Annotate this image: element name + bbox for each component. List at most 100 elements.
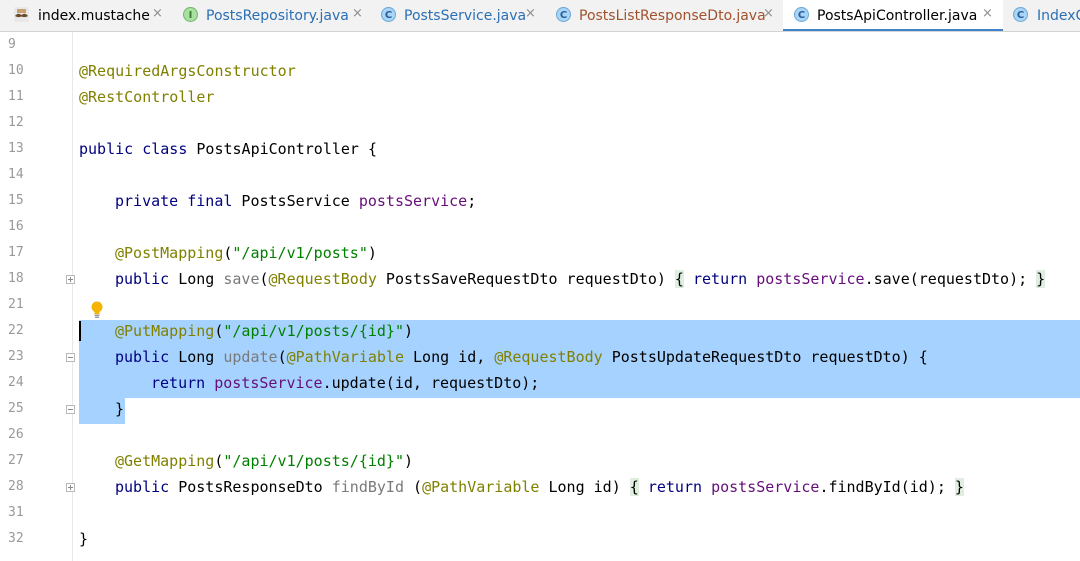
code-token: PostsApiController { [187, 140, 378, 158]
code-line-18: 18 public Long save(@RequestBody PostsSa… [0, 266, 1080, 292]
annotation-token: @PathVariable [422, 478, 540, 496]
code-text: public Long update(@PathVariable Long id… [115, 344, 928, 370]
close-icon[interactable]: × [152, 6, 163, 22]
fold-collapse-icon[interactable] [66, 405, 75, 414]
code-line-12: 12 [0, 110, 1080, 136]
code-token: Long [169, 348, 224, 366]
lightbulb-icon[interactable] [90, 301, 104, 319]
folded-brace[interactable]: } [1036, 270, 1046, 288]
method-token: findById [331, 478, 404, 496]
code-token: ; [467, 192, 477, 210]
code-text: @PostMapping("/api/v1/posts") [115, 240, 377, 266]
line-number: 9 [8, 37, 16, 52]
code-token: ) [367, 244, 377, 262]
code-line-24: 24 return postsService.update(id, reques… [0, 370, 1080, 396]
code-line-32: 32 } [0, 526, 1080, 552]
class-icon: C [556, 7, 571, 22]
code-token: Long id, [404, 348, 495, 366]
tab-posts-repository[interactable]: I PostsRepository.java × [175, 0, 373, 31]
tab-index-controller[interactable]: C IndexC [1003, 0, 1080, 31]
method-token: save [223, 270, 260, 288]
code-token: .update(id, requestDto); [322, 374, 540, 392]
code-token: PostsSaveRequestDto requestDto) [376, 270, 675, 288]
line-number: 18 [8, 271, 24, 286]
tab-posts-service[interactable]: C PostsService.java × [373, 0, 548, 31]
code-text: } [79, 530, 89, 548]
code-text: public class PostsApiController { [79, 136, 377, 162]
tab-index-mustache[interactable]: index.mustache × [0, 0, 175, 31]
line-number: 12 [8, 115, 24, 130]
close-icon[interactable]: × [763, 6, 774, 22]
code-token: Long id) [539, 478, 630, 496]
code-token: .findById(id); [819, 478, 955, 496]
field-token: postsService [358, 192, 468, 210]
line-number: 10 [8, 63, 24, 78]
code-line-17: 17 @PostMapping("/api/v1/posts") [0, 240, 1080, 266]
fold-expand-icon[interactable] [66, 275, 75, 284]
string-token: "/api/v1/posts" [232, 244, 368, 262]
close-icon[interactable]: × [982, 6, 993, 22]
annotation-token: @GetMapping [115, 452, 215, 470]
line-number: 17 [8, 245, 24, 260]
code-line-11: 11 @RestController [0, 84, 1080, 110]
code-line-13: 13 public class PostsApiController { [0, 136, 1080, 162]
tab-posts-api-controller[interactable]: C PostsApiController.java × [783, 0, 1003, 31]
code-text: } [115, 400, 125, 418]
code-token: .save(requestDto); [864, 270, 1037, 288]
code-token: PostsUpdateRequestDto requestDto) { [602, 348, 928, 366]
code-token: ( [404, 478, 423, 496]
code-text: private final PostsService postsService; [115, 188, 476, 214]
field-token: postsService [214, 374, 323, 392]
keyword: private final [115, 192, 233, 210]
annotation-token: @PostMapping [115, 244, 224, 262]
tab-label: PostsListResponseDto.java [579, 8, 766, 24]
keyword: public [115, 270, 170, 288]
line-number: 16 [8, 219, 24, 234]
keyword: public class [79, 140, 188, 158]
keyword: return [647, 478, 703, 496]
code-token: ( [277, 348, 287, 366]
class-icon: C [794, 7, 809, 22]
line-number: 14 [8, 167, 24, 182]
class-icon: C [381, 7, 396, 22]
tab-label: PostsRepository.java [206, 8, 349, 24]
line-number: 28 [8, 479, 24, 494]
interface-icon: I [183, 7, 198, 22]
folded-brace[interactable]: { [629, 478, 639, 496]
line-number: 15 [8, 193, 24, 208]
folded-brace[interactable]: { [674, 270, 684, 288]
annotation-token: @RequestBody [268, 270, 377, 288]
code-text: return postsService.update(id, requestDt… [151, 370, 539, 396]
line-number: 25 [8, 401, 24, 416]
code-line-15: 15 private final PostsService postsServi… [0, 188, 1080, 214]
tab-label: PostsService.java [404, 8, 527, 24]
code-text: @RestController [79, 88, 215, 106]
code-text: @PutMapping("/api/v1/posts/{id}") [115, 318, 413, 344]
fold-collapse-icon[interactable] [66, 353, 75, 362]
code-text: public PostsResponseDto findById (@PathV… [115, 474, 964, 500]
code-line-21: 21 [0, 292, 1080, 318]
folded-brace[interactable]: } [954, 478, 964, 496]
code-line-26: 26 [0, 422, 1080, 448]
close-icon[interactable]: × [525, 6, 536, 22]
close-icon[interactable]: × [352, 6, 363, 22]
line-number: 31 [8, 505, 24, 520]
code-text: @RequiredArgsConstructor [79, 62, 296, 80]
tab-label: index.mustache [38, 8, 150, 24]
field-token: postsService [756, 270, 865, 288]
code-line-14: 14 [0, 162, 1080, 188]
text-caret [79, 321, 81, 341]
mustache-icon [14, 7, 29, 22]
editor-tab-bar: index.mustache × I PostsRepository.java … [0, 0, 1080, 32]
code-line-27: 27 @GetMapping("/api/v1/posts/{id}") [0, 448, 1080, 474]
method-token: update [223, 348, 278, 366]
tab-posts-list-response-dto[interactable]: C PostsListResponseDto.java × [548, 0, 783, 31]
code-token: PostsResponseDto [169, 478, 332, 496]
fold-expand-icon[interactable] [66, 483, 75, 492]
line-number: 32 [8, 531, 24, 546]
code-editor[interactable]: 9 10 @RequiredArgsConstructor 11 @RestCo… [0, 32, 1080, 561]
